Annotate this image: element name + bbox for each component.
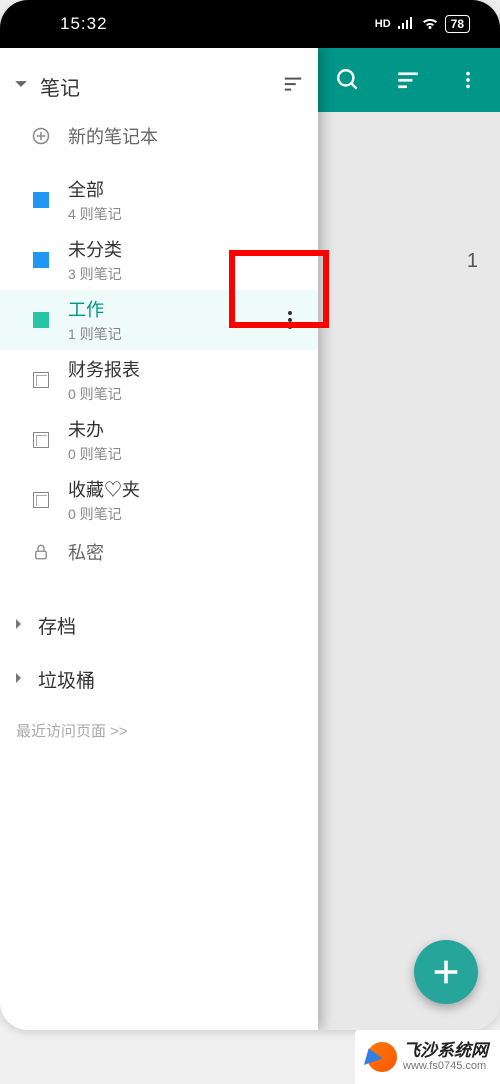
- hd-indicator: HD: [375, 18, 391, 30]
- notebook-label: 财务报表: [68, 356, 140, 382]
- new-notebook-label: 新的笔记本: [68, 123, 158, 149]
- square-outline-icon: [30, 429, 52, 451]
- square-outline-icon: [30, 369, 52, 391]
- square-outline-icon: [30, 489, 52, 511]
- signal-icon: [397, 17, 415, 31]
- notebook-label: 收藏♡夹: [68, 476, 140, 502]
- more-vert-icon[interactable]: [452, 64, 484, 96]
- recent-pages-link[interactable]: 最近访问页面 >>: [0, 706, 318, 755]
- archive-label: 存档: [38, 612, 76, 639]
- notebook-uncategorized[interactable]: 未分类 3 则笔记: [0, 230, 318, 290]
- notebook-count: 0 则笔记: [68, 444, 122, 464]
- notebook-todo[interactable]: 未办 0 则笔记: [0, 410, 318, 470]
- more-vert-icon[interactable]: [276, 306, 304, 334]
- watermark: 飞沙系统网 www.fs0745.com: [355, 1030, 500, 1084]
- drawer-title: 笔记: [40, 72, 80, 101]
- notebook-label: 全部: [68, 176, 122, 202]
- square-icon: [30, 249, 52, 271]
- chevron-down-icon: [14, 77, 28, 96]
- search-icon[interactable]: [332, 64, 364, 96]
- lock-icon: [30, 541, 52, 563]
- notebook-all[interactable]: 全部 4 则笔记: [0, 170, 318, 230]
- note-count: 1: [467, 250, 478, 273]
- plus-circle-icon: [30, 125, 52, 147]
- battery-indicator: 78: [445, 15, 470, 33]
- watermark-url: www.fs0745.com: [403, 1060, 488, 1072]
- status-bar: 15:32 HD 78: [0, 0, 500, 48]
- notebook-count: 0 则笔记: [68, 504, 140, 524]
- chevron-right-icon: [14, 671, 26, 687]
- trash-label: 垃圾桶: [38, 666, 95, 693]
- notebook-count: 0 则笔记: [68, 384, 140, 404]
- new-notebook-item[interactable]: 新的笔记本: [0, 114, 318, 158]
- drawer-header[interactable]: 笔记: [0, 58, 318, 114]
- notebook-label: 工作: [68, 296, 122, 322]
- notebook-label: 未办: [68, 416, 122, 442]
- watermark-title: 飞沙系统网: [403, 1042, 488, 1061]
- notebook-count: 4 则笔记: [68, 204, 122, 224]
- notebook-label: 未分类: [68, 236, 122, 262]
- square-icon: [30, 189, 52, 211]
- nav-drawer: 笔记 新的笔记本 全部 4 则笔记 未分类: [0, 48, 318, 1030]
- notebook-work[interactable]: 工作 1 则笔记: [0, 290, 318, 350]
- private-item[interactable]: 私密: [0, 530, 318, 574]
- sort-icon[interactable]: [392, 64, 424, 96]
- archive-item[interactable]: 存档: [0, 598, 318, 652]
- notebook-favorites[interactable]: 收藏♡夹 0 则笔记: [0, 470, 318, 530]
- notebook-count: 1 则笔记: [68, 324, 122, 344]
- drawer-sort-icon[interactable]: [282, 73, 304, 100]
- add-note-fab[interactable]: [414, 940, 478, 1004]
- notebook-count: 3 则笔记: [68, 264, 122, 284]
- status-right: HD 78: [375, 15, 470, 33]
- watermark-logo-icon: [367, 1042, 397, 1072]
- square-icon: [30, 309, 52, 331]
- trash-item[interactable]: 垃圾桶: [0, 652, 318, 706]
- private-label: 私密: [68, 539, 104, 565]
- wifi-icon: [421, 17, 439, 31]
- notebook-finance[interactable]: 财务报表 0 则笔记: [0, 350, 318, 410]
- status-time: 15:32: [60, 14, 108, 34]
- chevron-right-icon: [14, 617, 26, 633]
